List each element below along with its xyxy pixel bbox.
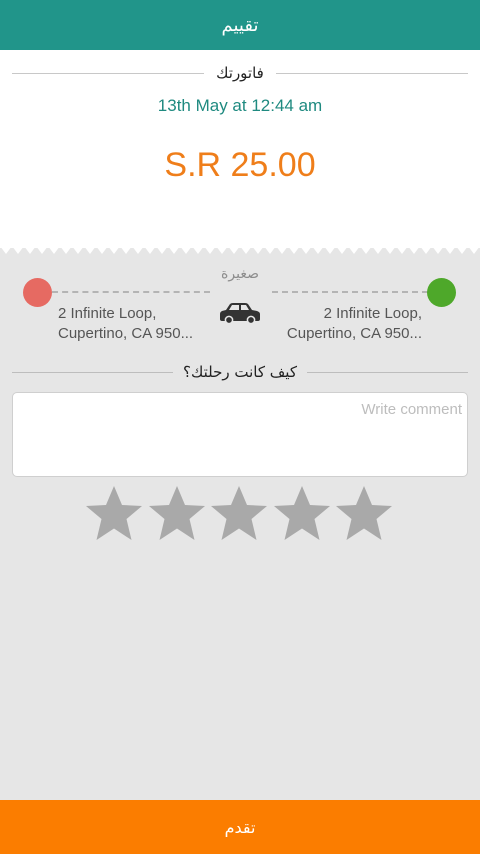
star-5-icon[interactable] <box>334 484 394 544</box>
app-header: تقييم <box>0 0 480 50</box>
dropoff-address-line1: 2 Infinite Loop, <box>323 305 422 322</box>
car-icon <box>220 303 260 324</box>
star-4-icon[interactable] <box>272 484 332 544</box>
route-dash-left <box>52 291 210 293</box>
star-rating <box>84 484 394 546</box>
star-1-icon[interactable] <box>84 484 144 544</box>
receipt-zigzag-edge <box>0 240 480 254</box>
page-title: تقييم <box>221 14 259 36</box>
invoice-date: 13th May at 12:44 am <box>157 96 323 115</box>
comment-box <box>12 392 468 477</box>
dropoff-pin-icon <box>427 278 456 307</box>
pickup-pin-icon <box>23 278 52 307</box>
submit-button[interactable]: تقدم <box>0 800 480 854</box>
invoice-amount: S.R 25.00 <box>164 146 316 184</box>
pickup-address-line1: 2 Infinite Loop, <box>58 305 157 322</box>
star-3-icon[interactable] <box>209 484 269 544</box>
pickup-address-line2: Cupertino, CA 950... <box>58 325 194 342</box>
submit-button-label: تقدم <box>224 817 256 837</box>
invoice-card: فاتورتك 13th May at 12:44 am S.R 25.00 <box>0 50 480 248</box>
question-label-wrap: كيف كانت رحلتك؟ <box>0 362 480 381</box>
dropoff-address: 2 Infinite Loop, Cupertino, CA 950... <box>268 304 422 344</box>
route-dash-right <box>272 291 428 293</box>
trip-summary: صغيرة 2 Infinite Loop, Cupertino, CA 950… <box>0 262 480 352</box>
invoice-label-wrap: فاتورتك <box>0 63 480 82</box>
dropoff-address-line2: Cupertino, CA 950... <box>286 325 422 342</box>
comment-input[interactable] <box>13 393 467 476</box>
feedback-question-wrap: كيف كانت رحلتك؟ <box>0 362 480 384</box>
car-type-label: صغيرة <box>221 266 259 282</box>
feedback-question: كيف كانت رحلتك؟ <box>173 363 307 381</box>
invoice-label: فاتورتك <box>204 64 276 82</box>
star-2-icon[interactable] <box>147 484 207 544</box>
pickup-address: 2 Infinite Loop, Cupertino, CA 950... <box>58 304 193 344</box>
